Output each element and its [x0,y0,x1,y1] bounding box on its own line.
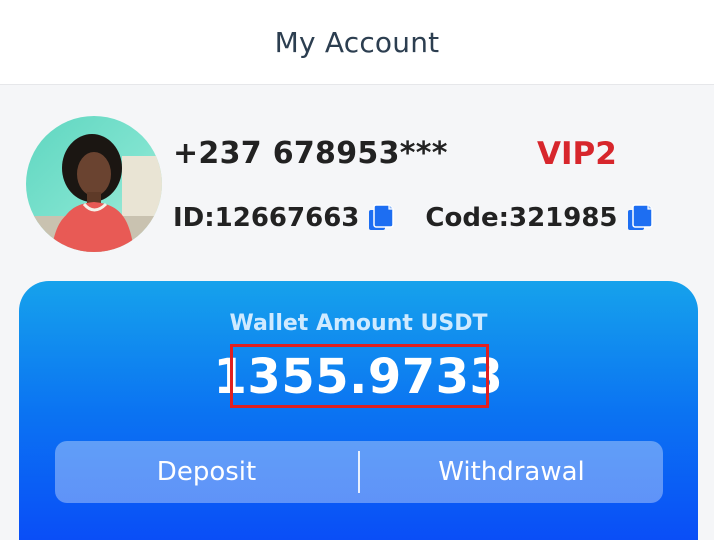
vip-badge: VIP2 [537,136,617,172]
wallet-actions: Deposit Withdrawal [55,441,663,503]
invite-code-text: Code:321985 [425,203,618,233]
avatar-photo-icon [26,116,162,252]
page-title: My Account [274,25,440,59]
withdrawal-button[interactable]: Withdrawal [360,441,663,503]
user-id-text: ID:12667663 [173,203,360,233]
my-account-page: My Account +237 678953*** VIP2 ID:126676… [0,0,714,540]
copy-icon[interactable] [626,203,654,233]
avatar[interactable] [26,116,162,252]
wallet-card: Wallet Amount USDT 1355.9733 Deposit Wit… [19,281,698,540]
id-code-row: ID:12667663 Code:321985 [173,203,654,233]
deposit-button[interactable]: Deposit [55,441,358,503]
amount-highlight-box [230,344,489,408]
phone-number: +237 678953*** [173,136,448,171]
copy-icon[interactable] [367,203,395,233]
wallet-label: Wallet Amount USDT [229,311,488,336]
header-bar: My Account [0,0,714,85]
invite-code-group: Code:321985 [425,203,653,233]
